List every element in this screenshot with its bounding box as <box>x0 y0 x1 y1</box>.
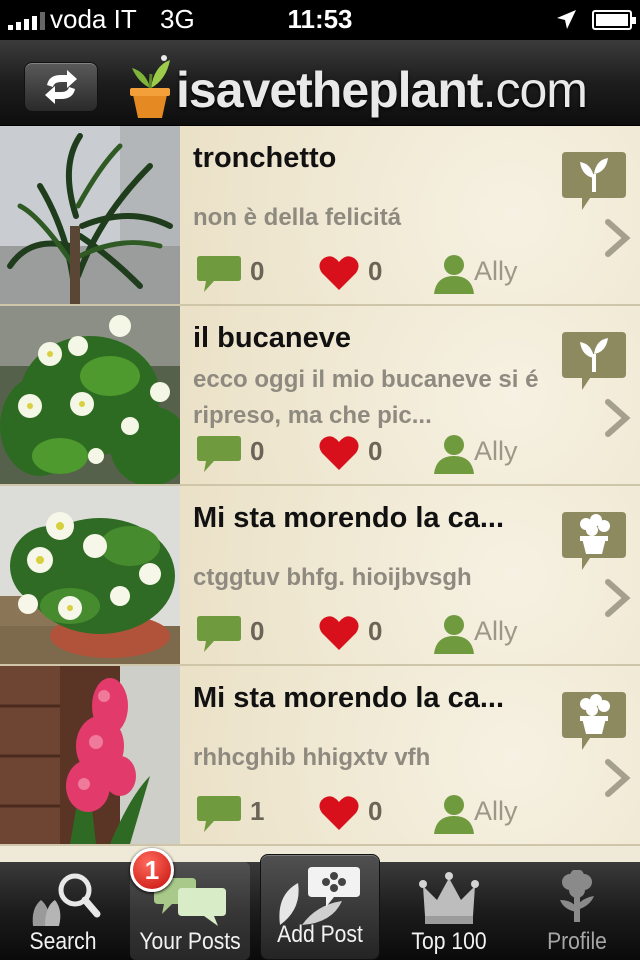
post-thumbnail <box>0 486 180 664</box>
user-icon <box>434 255 474 294</box>
post-author[interactable]: Ally <box>474 256 518 287</box>
battery-icon <box>592 10 636 30</box>
location-arrow-icon <box>557 10 576 29</box>
comment-count: 0 <box>250 436 265 466</box>
app-logo: isavetheplant.com <box>126 50 588 120</box>
post-author[interactable]: Ally <box>474 436 518 467</box>
logo-wordmark: isavetheplant.com <box>176 62 588 118</box>
post-description: ecco oggi il mio bucaneve si é ripreso, … <box>193 366 539 429</box>
tab-label: Profile <box>547 928 607 955</box>
chevron-right-icon[interactable] <box>602 398 632 438</box>
heart-icon[interactable] <box>318 254 360 292</box>
post-row[interactable]: Mi sta morendo la ca... ctggtuv bhfg. hi… <box>0 486 640 666</box>
posts-list[interactable]: tronchetto non è della felicitá 0 0 Ally <box>0 126 640 862</box>
status-bar: voda IT 3G 11:53 <box>0 0 640 40</box>
sprout-icon <box>562 332 626 390</box>
post-stats: 0 0 Ally <box>196 254 556 294</box>
heart-icon[interactable] <box>318 794 360 832</box>
chevron-right-icon[interactable] <box>602 218 632 258</box>
comment-icon <box>197 436 241 472</box>
post-title: il bucaneve <box>193 322 351 354</box>
tab-search[interactable]: Search <box>0 862 126 960</box>
post-author[interactable]: Ally <box>474 616 518 647</box>
tab-bar: Search Your Posts 1 Add Post Top 100 Pro… <box>0 848 640 960</box>
comment-icon <box>197 616 241 652</box>
heart-icon[interactable] <box>318 434 360 472</box>
user-icon <box>434 615 474 654</box>
post-description: ctggtuv bhfg. hioijbvsgh <box>193 564 472 591</box>
post-stats: 1 0 Ally <box>196 794 556 834</box>
post-thumbnail <box>0 666 180 844</box>
refresh-button[interactable] <box>24 62 98 112</box>
post-row[interactable]: tronchetto non è della felicitá 0 0 Ally <box>0 126 640 306</box>
post-row[interactable]: Mi sta morendo la ca... rhhcghib hhigxtv… <box>0 666 640 846</box>
like-count: 0 <box>368 436 383 466</box>
tab-add-post[interactable]: Add Post <box>260 854 380 960</box>
user-icon <box>434 795 474 834</box>
post-thumbnail <box>0 126 180 304</box>
tab-profile[interactable]: Profile <box>514 862 640 960</box>
tab-label: Add Post <box>277 921 363 948</box>
potted-plant-icon <box>562 692 626 750</box>
like-count: 0 <box>368 616 383 646</box>
refresh-icon <box>45 70 77 104</box>
crown-icon <box>419 872 479 924</box>
tab-label: Top 100 <box>411 928 487 955</box>
comment-count: 0 <box>250 616 265 646</box>
comment-count: 0 <box>250 256 265 286</box>
post-row[interactable]: il bucaneve ecco oggi il mio bucaneve si… <box>0 306 640 486</box>
post-title: Mi sta morendo la ca... <box>193 682 505 714</box>
add-post-icon <box>279 867 360 925</box>
chevron-right-icon[interactable] <box>602 758 632 798</box>
post-thumbnail <box>0 306 180 484</box>
notification-badge: 1 <box>130 848 174 892</box>
like-count: 0 <box>368 256 383 286</box>
tab-label: Your Posts <box>139 928 241 955</box>
comment-icon <box>197 256 241 292</box>
sprout-icon <box>562 152 626 210</box>
tab-top-100[interactable]: Top 100 <box>386 862 512 960</box>
chevron-right-icon[interactable] <box>602 578 632 618</box>
tab-label: Search <box>29 928 97 955</box>
profile-plant-icon <box>560 870 594 922</box>
post-title: Mi sta morendo la ca... <box>193 502 505 534</box>
post-description: rhhcghib hhigxtv vfh <box>193 744 431 771</box>
app-header: isavetheplant.com <box>0 40 640 126</box>
post-title: tronchetto <box>193 142 337 174</box>
heart-icon[interactable] <box>318 614 360 652</box>
search-icon <box>32 873 101 926</box>
clock: 11:53 <box>287 4 353 34</box>
post-description: non è della felicitá <box>193 204 402 231</box>
post-author[interactable]: Ally <box>474 796 518 827</box>
user-icon <box>434 435 474 474</box>
post-stats: 0 0 Ally <box>196 434 556 474</box>
comment-count: 1 <box>250 796 265 826</box>
post-stats: 0 0 Ally <box>196 614 556 654</box>
potted-plant-icon <box>562 512 626 570</box>
comment-icon <box>197 796 241 832</box>
like-count: 0 <box>368 796 383 826</box>
plant-pot-logo-icon <box>130 55 170 118</box>
